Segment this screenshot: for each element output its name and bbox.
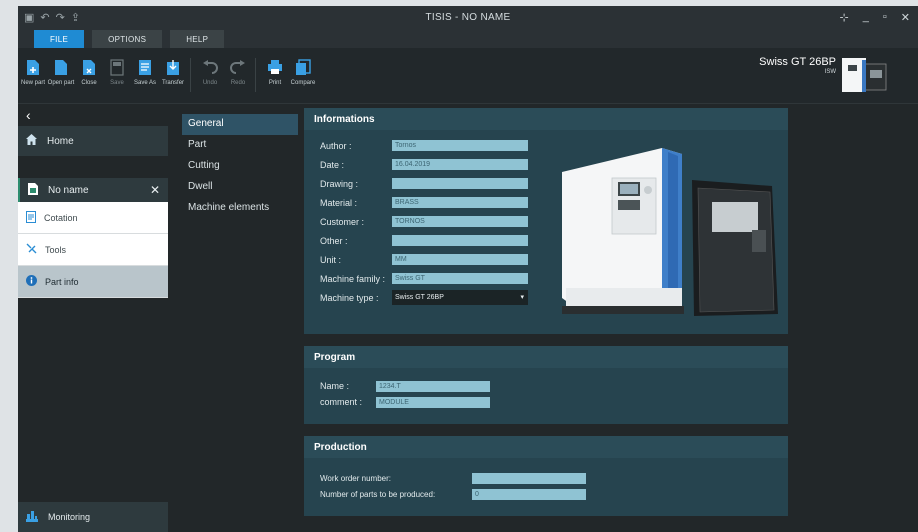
parts-count-row: Number of parts to be produced: 0 bbox=[304, 486, 788, 502]
drawing-field[interactable] bbox=[392, 178, 528, 189]
undo-icon bbox=[202, 58, 218, 76]
document-icon bbox=[28, 182, 38, 198]
close-file-button[interactable]: Close bbox=[76, 58, 102, 86]
machine-thumbnail-icon bbox=[840, 56, 888, 94]
share-quick-icon[interactable]: ⇪ bbox=[71, 11, 80, 24]
new-part-button[interactable]: New part bbox=[20, 58, 46, 86]
save-icon bbox=[109, 58, 125, 76]
window-title: TISIS - NO NAME bbox=[425, 11, 511, 23]
maximize-button[interactable]: ▫ bbox=[883, 11, 887, 24]
informations-title: Informations bbox=[304, 108, 788, 130]
tab-options[interactable]: OPTIONS bbox=[92, 30, 163, 48]
program-name-row: Name : 1234.T bbox=[304, 378, 788, 394]
machine-badge[interactable]: Swiss GT 26BP ISW bbox=[759, 56, 888, 94]
print-icon bbox=[267, 58, 283, 76]
ribbon-toolbar: New part Open part Close Save Save As Tr… bbox=[18, 48, 918, 104]
machine-image bbox=[562, 148, 778, 316]
ribbon-separator bbox=[255, 58, 256, 92]
subnav: General Part Cutting Dwell Machine eleme… bbox=[182, 114, 298, 219]
date-field[interactable]: 16.04.2019 bbox=[392, 159, 528, 170]
transfer-button[interactable]: Transfer bbox=[160, 58, 186, 86]
program-name-field[interactable]: 1234.T bbox=[376, 380, 490, 392]
program-comment-field[interactable]: MODULE bbox=[376, 396, 490, 408]
program-panel: Program Name : 1234.T comment : MODULE bbox=[304, 346, 788, 424]
window-controls: ⊹ _ ▫ ✕ bbox=[840, 11, 910, 24]
redo-icon bbox=[230, 58, 246, 76]
tab-help[interactable]: HELP bbox=[170, 30, 225, 48]
subnav-item-cutting[interactable]: Cutting bbox=[182, 156, 298, 177]
minimize-button[interactable]: _ bbox=[863, 11, 869, 24]
close-file-icon bbox=[81, 58, 97, 76]
sidebar-item-monitoring[interactable]: Monitoring bbox=[18, 502, 168, 532]
title-bar: ▣ ↶ ↷ ⇪ TISIS - NO NAME ⊹ _ ▫ ✕ bbox=[18, 6, 918, 28]
undo-button[interactable]: Undo bbox=[197, 58, 223, 86]
redo-quick-icon[interactable]: ↷ bbox=[56, 11, 65, 24]
ribbon-separator bbox=[190, 58, 191, 92]
cotation-icon bbox=[26, 210, 36, 225]
sidebar-item-cotation[interactable]: Cotation bbox=[18, 202, 168, 234]
subnav-item-dwell[interactable]: Dwell bbox=[182, 177, 298, 198]
machine-subtitle: ISW bbox=[824, 69, 836, 75]
other-field[interactable] bbox=[392, 235, 528, 246]
transfer-icon bbox=[165, 58, 181, 76]
informations-panel: Informations Author : Tornos Date : 16.0… bbox=[304, 108, 788, 334]
work-order-row: Work order number: bbox=[304, 470, 788, 486]
save-as-button[interactable]: Save As bbox=[132, 58, 158, 86]
production-panel: Production Work order number: Number of … bbox=[304, 436, 788, 516]
open-part-button[interactable]: Open part bbox=[48, 58, 74, 86]
pin-icon[interactable]: ⊹ bbox=[840, 11, 849, 24]
chevron-down-icon: ▾ bbox=[520, 294, 524, 301]
machine-family-field: Swiss GT bbox=[392, 273, 528, 284]
close-document-button[interactable]: ✕ bbox=[150, 183, 160, 197]
document-tab[interactable]: No name ✕ bbox=[18, 178, 168, 202]
program-title: Program bbox=[304, 346, 788, 368]
material-field[interactable]: BRASS bbox=[392, 197, 528, 208]
monitoring-icon bbox=[26, 510, 38, 524]
save-quick-icon[interactable]: ▣ bbox=[24, 11, 34, 24]
save-button[interactable]: Save bbox=[104, 58, 130, 86]
machine-name: Swiss GT 26BP bbox=[759, 56, 836, 68]
author-field[interactable]: Tornos bbox=[392, 140, 528, 151]
production-title: Production bbox=[304, 436, 788, 458]
sidebar-item-part-info[interactable]: Part info bbox=[18, 266, 168, 298]
tab-file[interactable]: FILE bbox=[34, 30, 85, 48]
subnav-item-machine-elements[interactable]: Machine elements bbox=[182, 198, 298, 219]
menu-bar: FILE OPTIONS HELP bbox=[18, 28, 918, 48]
compare-button[interactable]: Compare bbox=[290, 58, 316, 86]
redo-button[interactable]: Redo bbox=[225, 58, 251, 86]
customer-field[interactable]: TORNOS bbox=[392, 216, 528, 227]
document-name: No name bbox=[48, 184, 89, 196]
quick-access-toolbar: ▣ ↶ ↷ ⇪ bbox=[24, 11, 80, 24]
work-order-field[interactable] bbox=[472, 472, 586, 484]
subnav-item-part[interactable]: Part bbox=[182, 135, 298, 156]
tools-icon bbox=[26, 243, 37, 256]
parts-count-field[interactable]: 0 bbox=[472, 488, 586, 500]
open-part-icon bbox=[53, 58, 69, 76]
save-as-icon bbox=[137, 58, 153, 76]
compare-icon bbox=[295, 58, 311, 76]
back-button[interactable]: ‹ bbox=[18, 104, 168, 126]
subnav-item-general[interactable]: General bbox=[182, 114, 298, 135]
new-part-icon bbox=[25, 58, 41, 76]
info-icon bbox=[26, 275, 37, 288]
sidebar: ‹ Home No name ✕ Cotation Tools Part inf… bbox=[18, 104, 168, 532]
app-window: ▣ ↶ ↷ ⇪ TISIS - NO NAME ⊹ _ ▫ ✕ FILE OPT… bbox=[18, 6, 918, 532]
close-window-button[interactable]: ✕ bbox=[901, 11, 910, 24]
undo-quick-icon[interactable]: ↶ bbox=[40, 11, 49, 24]
machine-type-select[interactable]: Swiss GT 26BP ▾ bbox=[392, 290, 528, 305]
print-button[interactable]: Print bbox=[262, 58, 288, 86]
home-icon bbox=[26, 134, 37, 148]
program-comment-row: comment : MODULE bbox=[304, 394, 788, 410]
sidebar-item-home[interactable]: Home bbox=[18, 126, 168, 156]
unit-field: MM bbox=[392, 254, 528, 265]
sidebar-item-tools[interactable]: Tools bbox=[18, 234, 168, 266]
